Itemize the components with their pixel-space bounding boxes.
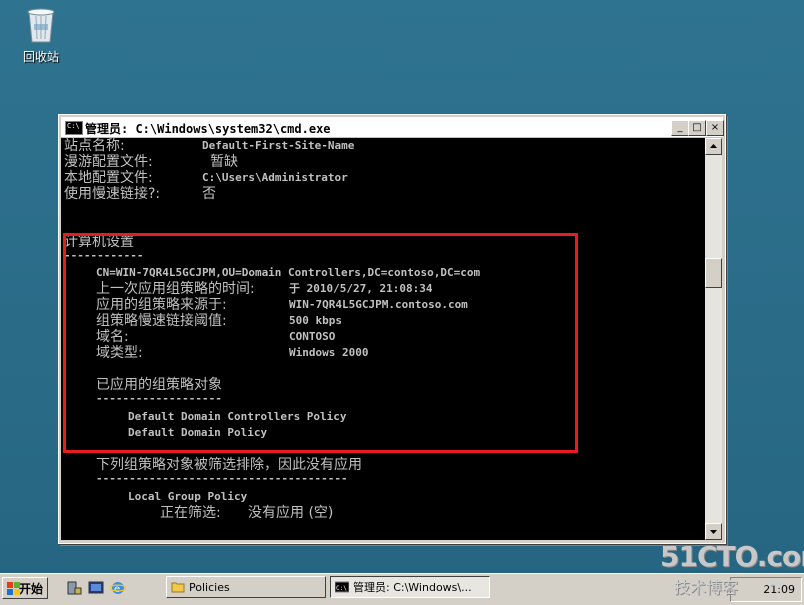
taskbar-item-cmd[interactable]: C:\ 管理员: C:\Windows\...: [330, 576, 490, 598]
arrow-down-icon: [710, 530, 717, 534]
site-name-value: Default-First-Site-Name: [202, 139, 355, 152]
scroll-up-button[interactable]: [705, 138, 722, 155]
maximize-button[interactable]: □: [688, 120, 706, 136]
watermark: 51CTO.com 技术博客 Blog: [652, 540, 804, 600]
local-profile-value: C:\Users\Administrator: [202, 171, 348, 184]
close-button[interactable]: ×: [706, 120, 724, 136]
cmd-icon: C:\: [335, 581, 349, 593]
filtering-value: 没有应用 (空): [248, 505, 334, 521]
slow-link-label: 使用慢速链接?:: [64, 186, 161, 202]
local-profile-label: 本地配置文件:: [64, 170, 153, 186]
filtered-gpo: Local Group Policy: [128, 490, 248, 503]
recycle-bin[interactable]: 回收站: [16, 4, 66, 65]
filtering-label: 正在筛选:: [160, 505, 221, 521]
minimize-button[interactable]: _: [671, 120, 689, 136]
roaming-profile-label: 漫游配置文件:: [64, 154, 153, 170]
taskbar-item-policies[interactable]: Policies: [166, 576, 326, 598]
windows-flag-icon: [7, 582, 20, 595]
recycle-bin-icon: [24, 4, 58, 44]
start-button[interactable]: 开始: [2, 577, 48, 599]
console-output[interactable]: 站点名称: Default-First-Site-Name 漫游配置文件: 暂缺…: [61, 138, 705, 540]
cmd-window[interactable]: 管理员: C:\Windows\system32\cmd.exe _ □ × 站…: [58, 114, 726, 544]
watermark-brand: 51CTO.com: [660, 540, 804, 573]
internet-explorer-icon[interactable]: e: [110, 580, 126, 596]
watermark-tag: Blog: [760, 578, 783, 589]
filtered-rule: --------------------------------------: [96, 472, 348, 485]
start-label: 开始: [18, 582, 43, 596]
folder-icon: [171, 582, 185, 593]
svg-text:C:\: C:\: [336, 585, 347, 592]
watermark-subtitle: 技术博客: [674, 578, 739, 597]
site-name-label: 站点名称:: [64, 138, 125, 154]
taskbar-item-label: 管理员: C:\Windows\...: [353, 581, 472, 594]
arrow-up-icon: [710, 144, 717, 148]
taskbar-item-label: Policies: [189, 581, 230, 594]
cmd-icon: [65, 121, 83, 135]
scroll-thumb[interactable]: [705, 258, 722, 288]
title-bar[interactable]: 管理员: C:\Windows\system32\cmd.exe _ □ ×: [61, 117, 724, 138]
slow-link-value: 否: [202, 186, 216, 202]
highlight-box: [63, 233, 578, 453]
command-prompt-icon[interactable]: [88, 580, 104, 596]
recycle-bin-label: 回收站: [22, 50, 59, 64]
scroll-down-button[interactable]: [705, 523, 722, 540]
window-title: 管理员: C:\Windows\system32\cmd.exe: [85, 122, 331, 136]
vertical-scrollbar[interactable]: [705, 138, 722, 540]
server-manager-icon[interactable]: [66, 580, 82, 596]
roaming-profile-value: 暂缺: [210, 154, 238, 170]
